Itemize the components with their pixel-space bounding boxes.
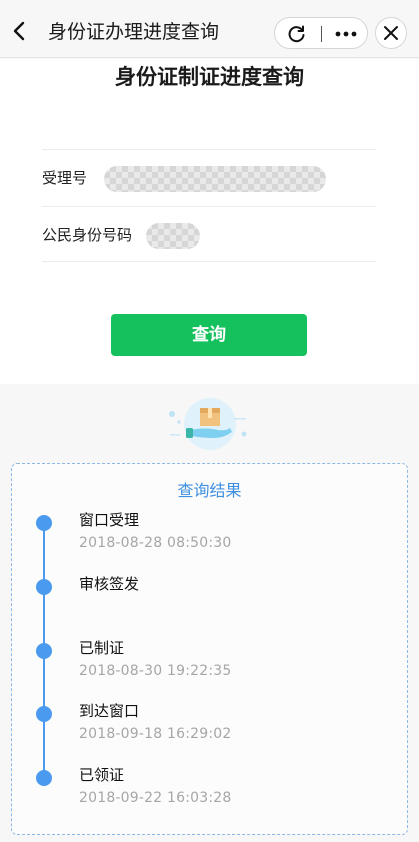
page-title: 身份证办理进度查询 xyxy=(48,21,220,43)
id-number-row[interactable]: 公民身份号码 xyxy=(42,206,376,262)
result-title: 查询结果 xyxy=(177,481,242,500)
timeline-step: 已制证 2018-08-30 19:22:35 xyxy=(12,639,407,699)
acceptance-number-row[interactable]: 受理号 xyxy=(42,149,376,205)
close-button[interactable] xyxy=(375,17,407,49)
more-dots-icon xyxy=(335,31,357,37)
id-number-label: 公民身份号码 xyxy=(42,226,133,244)
top-bar: 身份证办理进度查询 xyxy=(0,0,419,58)
timeline-step: 到达窗口 2018-09-18 16:29:02 xyxy=(12,702,407,762)
timeline-dot xyxy=(36,643,52,659)
form-heading: 身份证制证进度查询 xyxy=(115,65,304,89)
step-time: 2018-08-30 19:22:35 xyxy=(79,663,232,679)
result-card: 查询结果 窗口受理 2018-08-28 08:50:30 审核签发 已制证 2… xyxy=(11,463,408,835)
acceptance-number-value-masked[interactable] xyxy=(104,166,326,192)
timeline-step: 审核签发 xyxy=(12,575,407,635)
step-time: 2018-08-28 08:50:30 xyxy=(79,535,232,551)
query-form: 身份证制证进度查询 受理号 公民身份号码 查询 xyxy=(0,59,419,384)
more-button[interactable] xyxy=(331,22,361,46)
step-label: 窗口受理 xyxy=(79,511,140,529)
close-icon xyxy=(384,26,398,40)
chevron-left-icon xyxy=(13,21,25,41)
step-label: 到达窗口 xyxy=(79,702,140,720)
timeline-step: 已领证 2018-09-22 16:03:28 xyxy=(12,766,407,826)
timeline-dot xyxy=(36,515,52,531)
step-time: 2018-09-22 16:03:28 xyxy=(79,790,232,806)
package-hand-illustration xyxy=(166,394,250,454)
refresh-icon xyxy=(288,25,305,43)
acceptance-number-label: 受理号 xyxy=(42,169,88,187)
mini-program-capsule xyxy=(274,17,368,49)
refresh-button[interactable] xyxy=(285,22,309,46)
timeline-dot xyxy=(36,770,52,786)
step-time: 2018-09-18 16:29:02 xyxy=(79,726,232,742)
step-label: 审核签发 xyxy=(79,575,140,593)
id-number-value-masked[interactable] xyxy=(146,223,200,249)
timeline-dot xyxy=(36,706,52,722)
package-in-hand-icon xyxy=(169,398,247,450)
back-button[interactable] xyxy=(6,17,34,45)
step-label: 已制证 xyxy=(79,639,125,657)
query-button[interactable]: 查询 xyxy=(111,314,307,356)
capsule-divider xyxy=(321,26,322,42)
timeline-step: 窗口受理 2018-08-28 08:50:30 xyxy=(12,511,407,571)
step-label: 已领证 xyxy=(79,766,125,784)
timeline-dot xyxy=(36,579,52,595)
